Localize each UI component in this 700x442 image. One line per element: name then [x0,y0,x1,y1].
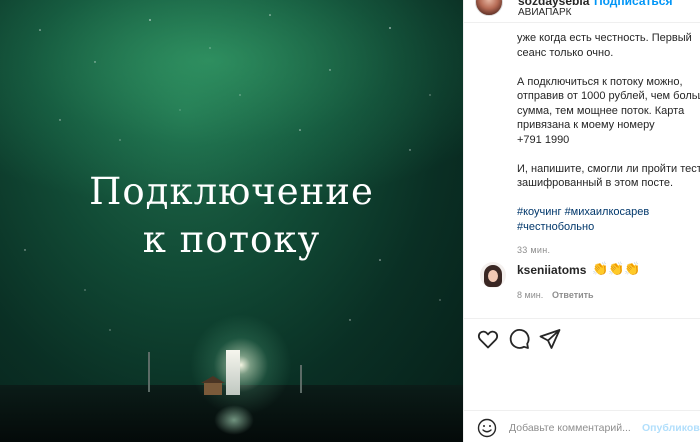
post-header: sozdaysebia Подписаться АВИАПАРК [464,0,700,23]
pole [148,352,150,392]
house [201,376,225,395]
hashtag-line[interactable]: #коучинг #михаилкосарев [517,205,700,220]
author-avatar[interactable] [475,0,503,16]
caption-paragraph: уже когда есть честность. Первый сеанс т… [517,32,692,59]
comment: kseniiatoms 👏👏👏 8 мин. Ответить [464,260,700,310]
emoji-picker-icon[interactable] [477,418,497,438]
image-headline: Подключение к потоку [0,168,463,264]
post-location[interactable]: АВИАПАРК [518,7,571,18]
pole [300,365,302,393]
comment-bubble-icon[interactable] [507,327,531,351]
lighthouse-glow [186,310,296,420]
avatar-face [488,270,498,282]
headline-line: Подключение [89,170,374,213]
publish-button[interactable]: Опубликовать [642,422,700,434]
caption-paragraph: А подключиться к потоку можно, отправив … [517,75,700,146]
post-actions [464,318,700,359]
commenter-avatar[interactable] [480,262,506,288]
instagram-post-view: Подключение к потоку sozdaysebia Подписа… [0,0,700,442]
post-details-panel: sozdaysebia Подписаться АВИАПАРК уже ког… [463,0,700,442]
hashtags: #коучинг #михаилкосарев #честнобольно [517,205,700,234]
reply-button[interactable]: Ответить [552,290,594,300]
commenter-username[interactable]: kseniiatoms [517,263,586,277]
post-caption: уже когда есть честность. Первый сеанс т… [517,31,700,258]
comment-timestamp: 8 мин. [517,290,544,300]
caption-paragraph: И, напишите, смогли ли пройти тест зашиф… [517,162,700,190]
light-reflection [214,405,254,435]
comment-input[interactable]: Добавьте комментарий... [509,422,631,434]
post-image[interactable]: Подключение к потоку [0,0,463,442]
headline-line: к потоку [142,218,321,261]
clapping-hands-icon: 👏👏👏 [592,261,641,276]
follow-button[interactable]: Подписаться [594,0,672,8]
caption-timestamp: 33 мин. [517,245,551,255]
hashtag-line[interactable]: #честнобольно [517,220,700,235]
add-comment-bar: Добавьте комментарий... Опубликовать [464,410,700,442]
like-heart-icon[interactable] [476,327,500,351]
lighthouse [226,350,240,395]
share-send-icon[interactable] [538,327,562,351]
